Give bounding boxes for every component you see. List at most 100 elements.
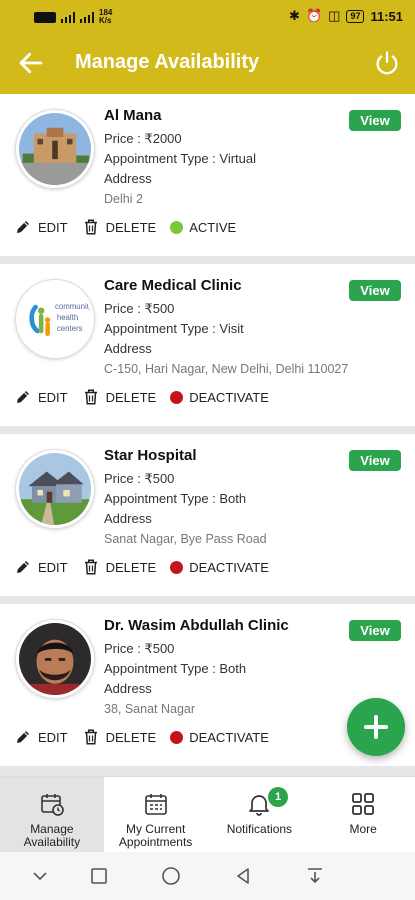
pencil-icon — [17, 391, 29, 403]
trash-icon — [84, 729, 97, 745]
notification-pull-icon[interactable] — [305, 866, 325, 886]
delete-button[interactable]: DELETE — [82, 558, 157, 576]
status-label: DEACTIVATE — [189, 389, 269, 405]
delete-label: DELETE — [105, 219, 157, 235]
battery-icon: 97 — [346, 9, 365, 23]
status-dot — [170, 560, 184, 574]
status-bar: 184 K/s ✱ ⏰ ◫ 97 11:51 — [0, 0, 415, 32]
page-title: Manage Availability — [75, 51, 260, 73]
edit-label: EDIT — [38, 729, 68, 745]
sim-icon — [34, 11, 56, 23]
alarm-icon: ⏰ — [305, 8, 323, 23]
power-icon[interactable] — [373, 49, 401, 77]
clinic-name: Dr. Wasim Abdullah Clinic — [104, 617, 289, 634]
clock: 11:51 — [370, 8, 403, 24]
status-left: 184 K/s — [34, 9, 119, 25]
wifi-icon: ◫ — [328, 8, 341, 23]
nav-label: More — [349, 822, 377, 836]
svg-text:community: community — [55, 302, 91, 311]
address-label: Address — [104, 511, 152, 526]
nav-my-appointments[interactable]: My Current Appointments — [104, 777, 208, 852]
delete-button[interactable]: DELETE — [82, 218, 157, 236]
delete-label: DELETE — [105, 559, 157, 575]
view-button[interactable]: View — [349, 280, 401, 301]
edit-button[interactable]: EDIT — [14, 558, 68, 576]
availability-card: community health centers Care Medical Clin… — [0, 264, 415, 426]
view-button[interactable]: View — [349, 620, 401, 641]
pencil-icon — [17, 221, 29, 233]
status-dot — [170, 220, 184, 234]
svg-text:centers: centers — [57, 324, 83, 333]
status-label: ACTIVE — [189, 219, 237, 235]
card-actions: EDIT DELETE DEACTIVATE — [14, 388, 283, 406]
status-label: DEACTIVATE — [189, 729, 269, 745]
clinic-photo — [16, 450, 94, 528]
bottom-nav: Manage Availability My Current Appointme… — [0, 776, 415, 852]
nav-notifications[interactable]: Notifications — [208, 777, 312, 852]
nav-label: My Current Appointments — [118, 822, 193, 849]
address-value: C-150, Hari Nagar, New Delhi, Delhi 1100… — [104, 362, 349, 376]
view-button[interactable]: View — [349, 450, 401, 471]
status-label: DEACTIVATE — [189, 559, 269, 575]
appointment-type: Appointment Type : Both — [104, 491, 247, 506]
delete-label: DELETE — [105, 389, 157, 405]
address-label: Address — [104, 681, 152, 696]
edit-button[interactable]: EDIT — [14, 388, 68, 406]
grid-icon — [352, 793, 375, 815]
delete-button[interactable]: DELETE — [82, 728, 157, 746]
address-value: Delhi 2 — [104, 192, 143, 206]
doctor-photo — [16, 620, 94, 698]
card-actions: EDIT DELETE DEACTIVATE — [14, 558, 283, 576]
address-label: Address — [104, 171, 152, 186]
nav-manage-availability[interactable]: Manage Availability — [0, 777, 104, 852]
delete-button[interactable]: DELETE — [82, 388, 157, 406]
availability-card: Star Hospital Price : ₹500 Appointment T… — [0, 434, 415, 596]
edit-button[interactable]: EDIT — [14, 218, 68, 236]
address-value: Sanat Nagar, Bye Pass Road — [104, 532, 267, 546]
edit-label: EDIT — [38, 389, 68, 405]
status-toggle[interactable]: DEACTIVATE — [170, 560, 269, 575]
nav-label: Notifications — [226, 822, 293, 836]
notification-badge: 1 — [268, 787, 288, 807]
status-toggle[interactable]: DEACTIVATE — [170, 730, 269, 745]
trash-icon — [84, 559, 97, 575]
clinic-name: Care Medical Clinic — [104, 277, 242, 294]
address-value: 38, Sanat Nagar — [104, 702, 196, 716]
home-icon[interactable] — [161, 866, 181, 886]
recent-apps-icon[interactable] — [89, 866, 109, 886]
nav-more[interactable]: More — [311, 777, 415, 852]
card-actions: EDIT DELETE ACTIVE — [14, 218, 250, 236]
app-header: Manage Availability — [0, 32, 415, 94]
price: Price : ₹2000 — [104, 131, 182, 146]
status-toggle[interactable]: DEACTIVATE — [170, 390, 269, 405]
system-nav-bar — [0, 852, 415, 900]
price: Price : ₹500 — [104, 641, 175, 656]
svg-text:health: health — [57, 313, 78, 322]
add-availability-button[interactable] — [347, 698, 405, 756]
clinic-name: Al Mana — [104, 107, 162, 124]
trash-icon — [84, 219, 97, 235]
edit-button[interactable]: EDIT — [14, 728, 68, 746]
availability-card: Al Mana Price : ₹2000 Appointment Type :… — [0, 94, 415, 256]
delete-label: DELETE — [105, 729, 157, 745]
clinic-name: Star Hospital — [104, 447, 197, 464]
signal-icon-2 — [80, 11, 94, 23]
price: Price : ₹500 — [104, 471, 175, 486]
card-actions: EDIT DELETE DEACTIVATE — [14, 728, 283, 746]
clinic-photo — [16, 110, 94, 188]
status-dot — [170, 390, 184, 404]
back-icon[interactable] — [233, 866, 253, 886]
chevron-down-icon[interactable] — [30, 866, 50, 886]
pencil-icon — [17, 731, 29, 743]
appointment-type: Appointment Type : Visit — [104, 321, 244, 336]
vibrate-icon: ✱ — [289, 8, 300, 23]
status-dot — [170, 730, 184, 744]
status-toggle[interactable]: ACTIVE — [170, 220, 236, 235]
view-button[interactable]: View — [349, 110, 401, 131]
appointment-type: Appointment Type : Both — [104, 661, 247, 676]
signal-icon — [61, 11, 75, 23]
back-arrow-icon[interactable] — [16, 48, 46, 78]
network-speed: 184 K/s — [99, 8, 113, 25]
pencil-icon — [17, 561, 29, 573]
edit-label: EDIT — [38, 219, 68, 235]
